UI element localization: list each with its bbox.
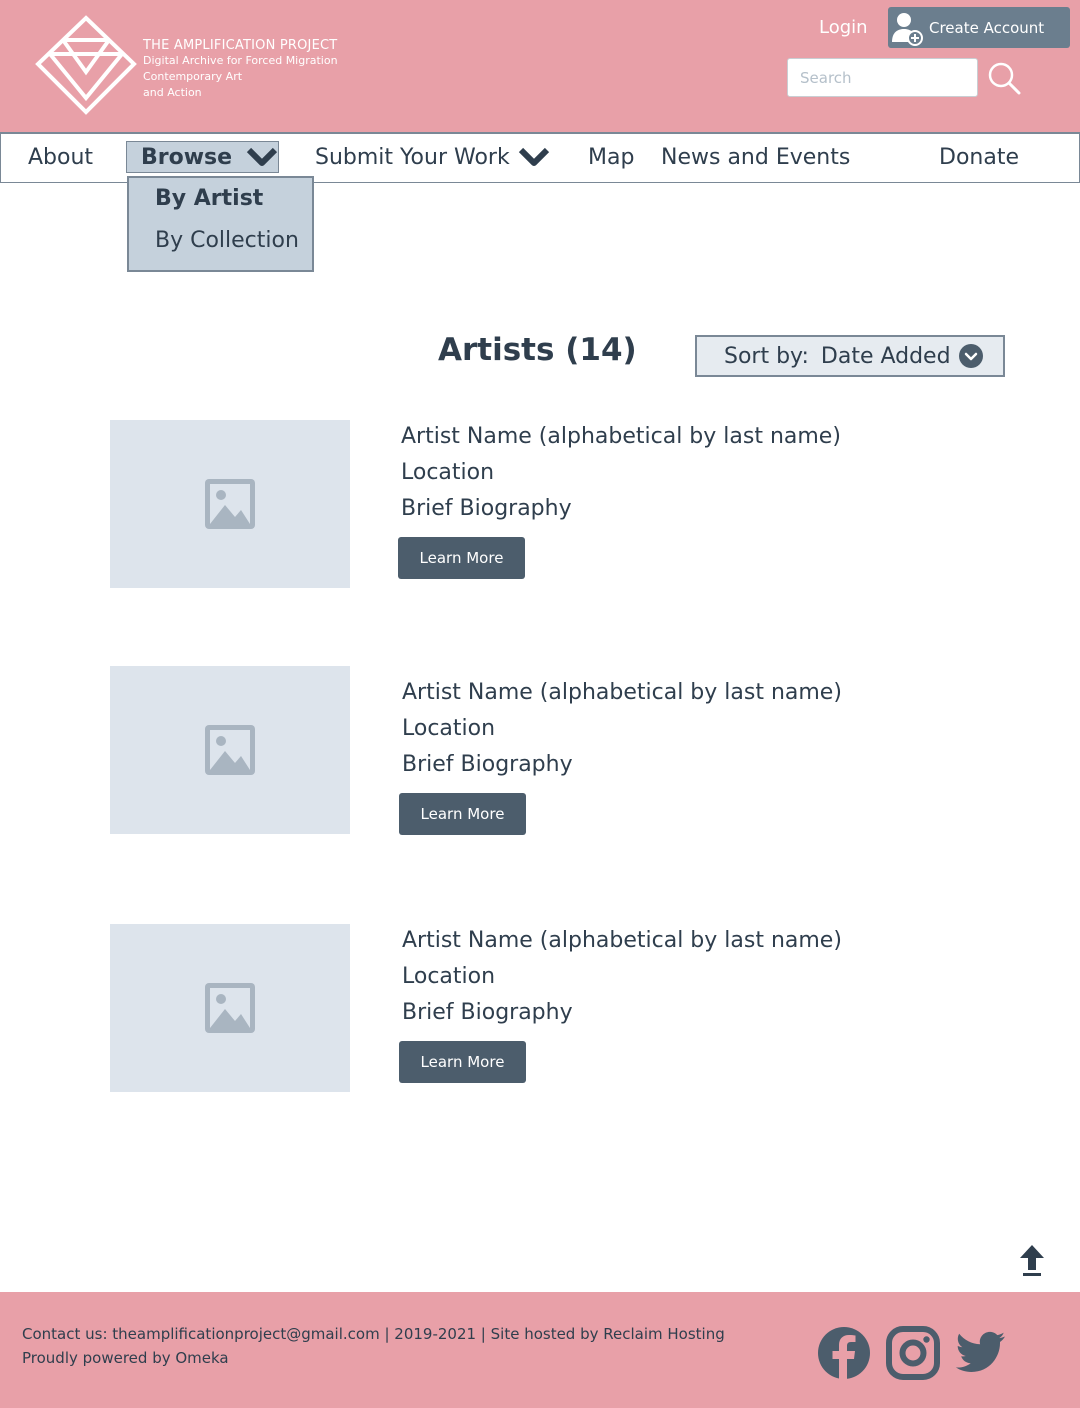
sort-dropdown[interactable]: Sort by: Date Added xyxy=(695,335,1005,377)
learn-more-button[interactable]: Learn More xyxy=(399,1041,526,1083)
artist-location: Location xyxy=(401,460,495,485)
nav-item-browse-label: Browse xyxy=(141,144,233,170)
chevron-down-icon xyxy=(246,147,278,166)
artist-name: Artist Name (alphabetical by last name) xyxy=(402,680,842,705)
artist-name: Artist Name (alphabetical by last name) xyxy=(401,424,841,449)
learn-more-button[interactable]: Learn More xyxy=(399,793,526,835)
footer-contact-line: Contact us: theamplificationproject@gmai… xyxy=(22,1325,725,1343)
learn-more-button[interactable]: Learn More xyxy=(398,537,525,579)
create-account-button[interactable]: Create Account xyxy=(888,7,1070,48)
nav-item-submit-your-work[interactable]: Submit Your Work xyxy=(315,134,550,180)
artist-location: Location xyxy=(402,964,496,989)
login-link[interactable]: Login xyxy=(819,17,868,38)
logo-subtitle-line: Contemporary Art xyxy=(143,70,243,83)
logo-subtitle-line: Digital Archive for Forced Migration xyxy=(143,54,338,67)
nav-item-submit-label: Submit Your Work xyxy=(315,144,510,170)
logo-text: THE AMPLIFICATION PROJECT Digital Archiv… xyxy=(143,38,338,101)
sort-label: Sort by: xyxy=(724,343,809,369)
instagram-icon[interactable] xyxy=(886,1326,940,1380)
artist-bio: Brief Biography xyxy=(402,1000,573,1025)
logo-subtitle-line: and Action xyxy=(143,86,202,99)
search-icon[interactable] xyxy=(986,60,1022,96)
artist-image-placeholder[interactable] xyxy=(110,420,350,588)
nav-item-map[interactable]: Map xyxy=(588,134,634,180)
chevron-down-icon xyxy=(518,147,549,166)
nav-item-browse[interactable]: Browse xyxy=(126,141,279,173)
artist-bio: Brief Biography xyxy=(402,752,573,777)
dropdown-item-by-artist[interactable]: By Artist xyxy=(155,186,263,211)
image-icon xyxy=(205,983,255,1033)
dropdown-item-by-collection[interactable]: By Collection xyxy=(155,228,299,253)
add-user-icon xyxy=(892,12,923,46)
image-icon xyxy=(205,725,255,775)
footer-powered-by: Proudly powered by Omeka xyxy=(22,1349,229,1367)
artist-location: Location xyxy=(402,716,496,741)
sort-value: Date Added xyxy=(820,343,951,369)
search-input[interactable] xyxy=(787,58,978,97)
chevron-down-circle-icon xyxy=(958,344,983,368)
logo-title: THE AMPLIFICATION PROJECT xyxy=(143,38,338,53)
nav-item-about[interactable]: About xyxy=(28,134,93,180)
site-header: THE AMPLIFICATION PROJECT Digital Archiv… xyxy=(0,0,1080,132)
nav-item-donate[interactable]: Donate xyxy=(939,134,1019,180)
nav-item-news-and-events[interactable]: News and Events xyxy=(661,134,850,180)
back-to-top-arrow-icon[interactable] xyxy=(1018,1244,1046,1277)
artist-image-placeholder[interactable] xyxy=(110,924,350,1092)
logo[interactable] xyxy=(34,14,138,118)
facebook-icon[interactable] xyxy=(817,1326,871,1380)
browse-dropdown-menu: By Artist By Collection xyxy=(127,176,314,272)
artist-name: Artist Name (alphabetical by last name) xyxy=(402,928,842,953)
page-title: Artists (14) xyxy=(438,332,637,368)
artist-bio: Brief Biography xyxy=(401,496,572,521)
twitter-icon[interactable] xyxy=(953,1326,1007,1380)
create-account-label: Create Account xyxy=(929,18,1045,37)
image-icon xyxy=(205,479,255,529)
artist-image-placeholder[interactable] xyxy=(110,666,350,834)
